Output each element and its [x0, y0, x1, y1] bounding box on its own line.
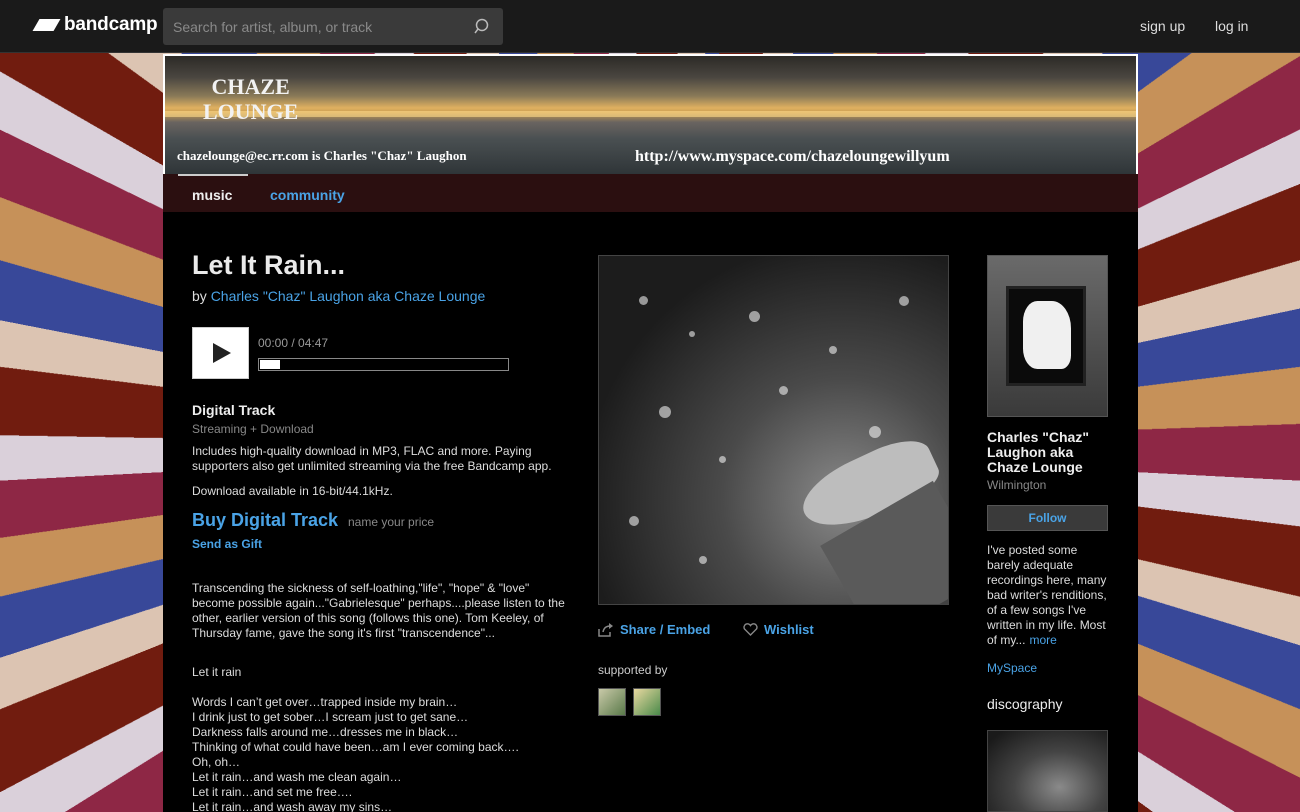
tab-community[interactable]: community: [270, 187, 345, 203]
rain-drop: [899, 296, 909, 306]
discography-heading: discography: [987, 696, 1063, 712]
lyric-line: Let it rain…and set me free….: [192, 785, 353, 799]
follow-button[interactable]: Follow: [987, 505, 1108, 531]
discography-item-art[interactable]: [987, 730, 1108, 812]
supporter-avatar[interactable]: [598, 688, 626, 716]
wishlist-button[interactable]: Wishlist: [743, 622, 814, 637]
band-location: Wilmington: [987, 478, 1047, 492]
artist-link[interactable]: Charles "Chaz" Laughon aka Chaze Lounge: [211, 288, 486, 304]
rain-drop: [779, 386, 788, 395]
bio-more-link[interactable]: more: [1029, 633, 1056, 647]
myspace-link[interactable]: MySpace: [987, 661, 1037, 675]
active-tab-indicator: [178, 174, 248, 176]
rain-drop: [629, 516, 639, 526]
digital-track-sub: Streaming + Download: [192, 422, 314, 436]
rain-drop: [719, 456, 726, 463]
logo-text: bandcamp: [64, 14, 158, 35]
time-display: 00:00 / 04:47: [258, 336, 329, 350]
band-photo[interactable]: [987, 255, 1108, 417]
lyric-line: Thinking of what could have been…am I ev…: [192, 740, 519, 754]
lyric-line: Let it rain…and wash away my sins…: [192, 800, 393, 812]
progress-bar[interactable]: [258, 358, 509, 371]
lyric-line: Words I can’t get over…trapped inside my…: [192, 695, 458, 709]
heart-icon: [743, 623, 758, 636]
send-as-gift-link[interactable]: Send as Gift: [192, 537, 262, 551]
rain-drop: [659, 406, 671, 418]
rain-drop: [689, 331, 695, 337]
top-bar: bandcamp sign up log in: [0, 0, 1300, 53]
banner-title: CHAZE LOUNGE: [203, 74, 298, 124]
band-bio: I've posted some barely adequate recordi…: [987, 543, 1112, 648]
tab-music[interactable]: music: [192, 187, 232, 203]
progress-handle[interactable]: [260, 360, 280, 369]
signup-link[interactable]: sign up: [1140, 18, 1185, 34]
banner-title-line1: CHAZE: [211, 74, 290, 99]
lyric-line: I drink just to get sober…I scream just …: [192, 710, 469, 724]
bandcamp-logo[interactable]: bandcamp: [32, 14, 158, 36]
lyric-line: Oh, oh…: [192, 755, 241, 769]
supporter-avatar[interactable]: [633, 688, 661, 716]
wishlist-label: Wishlist: [764, 622, 814, 637]
lyric-line: Darkness falls around me…dresses me in b…: [192, 725, 459, 739]
lyric-line: Let it rain…and wash me clean again…: [192, 770, 402, 784]
price-label: name your price: [348, 515, 435, 529]
banner-email-text: chazelounge@ec.rr.com is Charles "Chaz" …: [177, 148, 467, 163]
login-link[interactable]: log in: [1215, 18, 1248, 34]
rain-drop: [829, 346, 837, 354]
rain-drop: [699, 556, 707, 564]
page-column: CHAZE LOUNGE chazelounge@ec.rr.com is Ch…: [163, 54, 1138, 812]
play-button[interactable]: [192, 327, 249, 379]
framed-silhouette: [1023, 301, 1071, 369]
band-name[interactable]: Charles "Chaz" Laughon aka Chaze Lounge: [987, 430, 1117, 475]
share-embed-button[interactable]: Share / Embed: [598, 622, 710, 637]
share-icon: [598, 622, 613, 637]
by-prefix: by: [192, 288, 207, 304]
artist-nav-tabs: music community: [163, 174, 1138, 212]
artist-banner[interactable]: CHAZE LOUNGE chazelounge@ec.rr.com is Ch…: [163, 54, 1138, 174]
search-input[interactable]: [163, 18, 463, 35]
banner-title-line2: LOUNGE: [203, 99, 299, 124]
digital-track-description: Includes high-quality download in MP3, F…: [192, 444, 552, 473]
rain-drop: [749, 311, 760, 322]
share-label: Share / Embed: [620, 622, 711, 637]
track-title: Let It Rain...: [192, 250, 346, 280]
byline: by Charles "Chaz" Laughon aka Chaze Loun…: [192, 288, 485, 304]
banner-sunset-band: [165, 111, 1136, 117]
rain-drop: [869, 426, 881, 438]
lyrics-heading: Let it rain: [192, 665, 242, 679]
download-bitrate: Download available in 16-bit/44.1kHz.: [192, 484, 393, 498]
buy-digital-track-button[interactable]: Buy Digital Track: [192, 510, 338, 531]
bio-text: I've posted some barely adequate recordi…: [987, 543, 1107, 647]
supported-by-heading: supported by: [598, 663, 668, 677]
play-icon: [212, 343, 231, 363]
bandcamp-logo-icon: [32, 19, 61, 31]
rain-drop: [639, 296, 648, 305]
search-icon[interactable]: [474, 18, 491, 35]
album-art[interactable]: [598, 255, 949, 605]
digital-track-heading: Digital Track: [192, 402, 276, 418]
lyrics-list: Words I can’t get over…trapped inside my…: [192, 695, 572, 812]
track-about: Transcending the sickness of self-loathi…: [192, 581, 565, 640]
framed-picture: [1006, 286, 1086, 386]
search-box: [163, 8, 503, 45]
banner-url-text: http://www.myspace.com/chazeloungewillyu…: [635, 148, 950, 165]
